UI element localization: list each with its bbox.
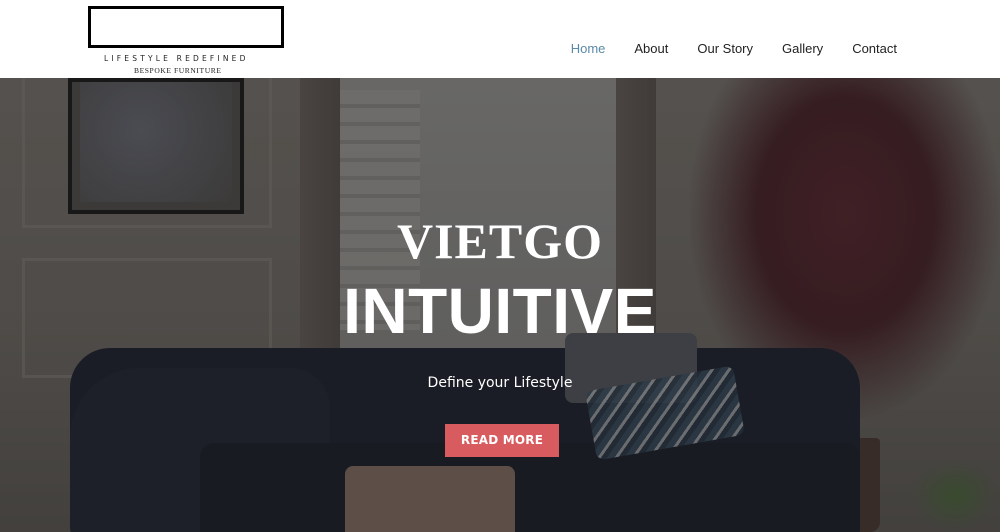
hero-brand-title: VIETGO [396, 213, 604, 269]
site-header: LIFESTYLE REDEFINED BESPOKE FURNITURE Ho… [0, 0, 1000, 78]
logo-box [88, 6, 284, 48]
nav-contact[interactable]: Contact [852, 41, 897, 56]
logo-tagline: LIFESTYLE REDEFINED [104, 54, 249, 63]
nav-about[interactable]: About [634, 41, 668, 56]
hero-section: VIETGO INTUITIVE Define your Lifestyle R… [0, 78, 1000, 532]
main-nav: Home About Our Story Gallery Contact [542, 41, 897, 56]
hero-headline: INTUITIVE [343, 275, 657, 347]
logo-subtitle: BESPOKE FURNITURE [134, 66, 222, 75]
nav-home[interactable]: Home [571, 41, 606, 56]
read-more-button[interactable]: READ MORE [445, 424, 559, 457]
nav-our-story[interactable]: Our Story [697, 41, 753, 56]
hero-subtitle: Define your Lifestyle [427, 375, 573, 391]
nav-gallery[interactable]: Gallery [782, 41, 823, 56]
site-logo[interactable]: LIFESTYLE REDEFINED BESPOKE FURNITURE [88, 6, 284, 75]
